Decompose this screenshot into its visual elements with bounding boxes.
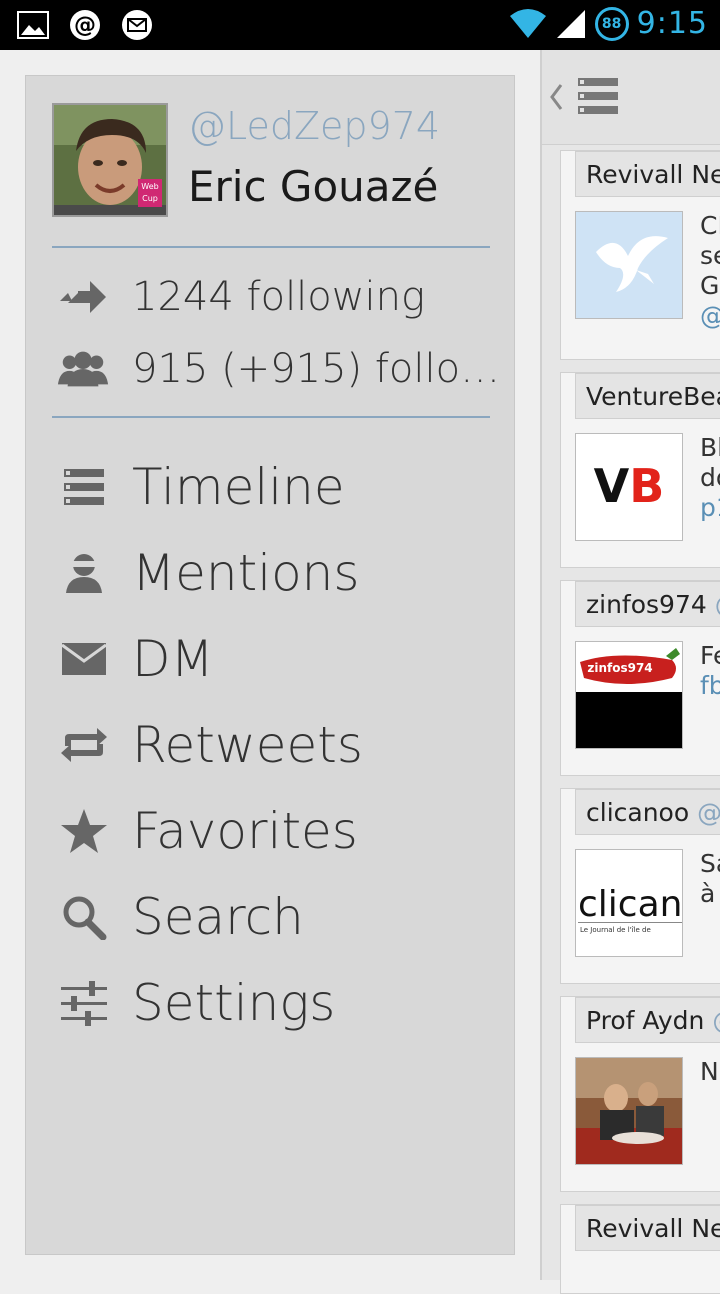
svg-text:VB: VB — [594, 459, 665, 513]
nav-item-favorites[interactable]: Favorites — [56, 796, 358, 866]
list-icon[interactable] — [576, 76, 620, 120]
nav-label: Favorites — [132, 802, 358, 860]
tweet-author[interactable]: VentureBeat — [575, 373, 720, 419]
tweet-thumbnail[interactable]: VB — [575, 433, 683, 541]
nav-label: Timeline — [132, 458, 345, 516]
image-icon — [14, 7, 52, 43]
nav-label: Settings — [132, 974, 336, 1032]
avatar-badge-line1: Web — [141, 182, 158, 191]
nav-item-retweets[interactable]: Retweets — [56, 710, 363, 780]
tweet-card[interactable]: Prof Aydn@ Ni — [560, 996, 720, 1192]
followers-icon — [56, 347, 110, 391]
nav-item-timeline[interactable]: Timeline — [56, 452, 345, 522]
sliders-icon — [56, 975, 112, 1031]
navigation-drawer: Web Cup @LedZep974 Eric Gouazé 1244 foll… — [25, 75, 515, 1255]
tweet-author[interactable]: Revivall New — [575, 1205, 720, 1251]
status-bar: @ 88 9:15 — [0, 0, 720, 50]
tweet-author[interactable]: clicanoo@C — [575, 789, 720, 835]
tweet-author[interactable]: zinfos974@ — [575, 581, 720, 627]
timeline-icon — [56, 459, 112, 515]
profile-name: Eric Gouazé — [188, 162, 439, 211]
following-count: 1244 following — [132, 274, 425, 320]
divider — [52, 246, 490, 248]
tweet-snippet: Sa à - — [700, 849, 720, 908]
svg-text:@: @ — [74, 13, 96, 38]
tweet-card[interactable]: zinfos974@ zinfos974 Fe fb — [560, 580, 720, 776]
tweet-author[interactable]: Revivall New — [575, 151, 720, 197]
envelope-icon — [56, 631, 112, 687]
tweet-snippet: Bl do p1 — [700, 433, 720, 522]
tweet-snippet: Fe fb — [700, 641, 720, 700]
battery-icon: 88 — [594, 6, 629, 41]
profile-handle[interactable]: @LedZep974 — [188, 104, 440, 148]
mail-icon — [118, 7, 156, 43]
tweet-card[interactable]: VentureBeat VB Bl do p1 — [560, 372, 720, 568]
timeline-header — [542, 50, 720, 145]
vb-logo-b: B — [629, 459, 664, 513]
timeline-panel: Revivall New CN se Gc @ VentureBeat VB B… — [540, 50, 720, 1294]
wifi-icon — [509, 8, 546, 38]
star-icon — [56, 803, 112, 859]
vb-logo-v: V — [594, 459, 630, 513]
nav-label: Mentions — [132, 544, 360, 602]
tweet-snippet: Ni — [700, 1057, 720, 1086]
signal-icon — [556, 9, 585, 38]
tweet-snippet: CN se Gc @ — [700, 211, 720, 330]
followers-count: 915 (+915) follo… — [132, 346, 501, 392]
nav-item-dm[interactable]: DM — [56, 624, 214, 694]
back-chevron-icon[interactable] — [548, 82, 564, 116]
tweet-author[interactable]: Prof Aydn@ — [575, 997, 720, 1043]
at-icon: @ — [66, 7, 104, 43]
divider — [52, 416, 490, 418]
zinfos-logo-text: zinfos974 — [587, 661, 652, 675]
tweet-thumbnail[interactable] — [575, 211, 683, 319]
tweet-thumbnail[interactable] — [575, 1057, 683, 1165]
clicanoo-logo-sub: Le Journal de l'île de — [580, 926, 651, 934]
following-icon — [56, 275, 110, 319]
nav-label: Search — [132, 888, 304, 946]
followers-stat[interactable]: 915 (+915) follo… — [56, 346, 500, 392]
nav-item-mentions[interactable]: Mentions — [56, 538, 359, 608]
person-icon — [56, 545, 112, 601]
following-stat[interactable]: 1244 following — [56, 274, 425, 320]
tweet-card[interactable]: Revivall New — [560, 1204, 720, 1294]
nav-item-settings[interactable]: Settings — [56, 968, 335, 1038]
clicanoo-logo-text: clican — [578, 884, 682, 925]
tweet-thumbnail[interactable]: zinfos974 — [575, 641, 683, 749]
avatar-badge-line2: Cup — [142, 194, 158, 203]
tweet-card[interactable]: clicanoo@C clicanLe Journal de l'île de … — [560, 788, 720, 984]
avatar[interactable]: Web Cup — [52, 103, 168, 217]
nav-label: DM — [132, 630, 214, 688]
nav-label: Retweets — [132, 716, 363, 774]
clock: 9:15 — [636, 6, 708, 41]
nav-item-search[interactable]: Search — [56, 882, 304, 952]
tweet-thumbnail[interactable]: clican Le Journal de l'île de — [575, 849, 683, 957]
tweet-card[interactable]: Revivall New CN se Gc @ — [560, 150, 720, 360]
search-icon — [56, 889, 112, 945]
retweet-icon — [56, 717, 112, 773]
